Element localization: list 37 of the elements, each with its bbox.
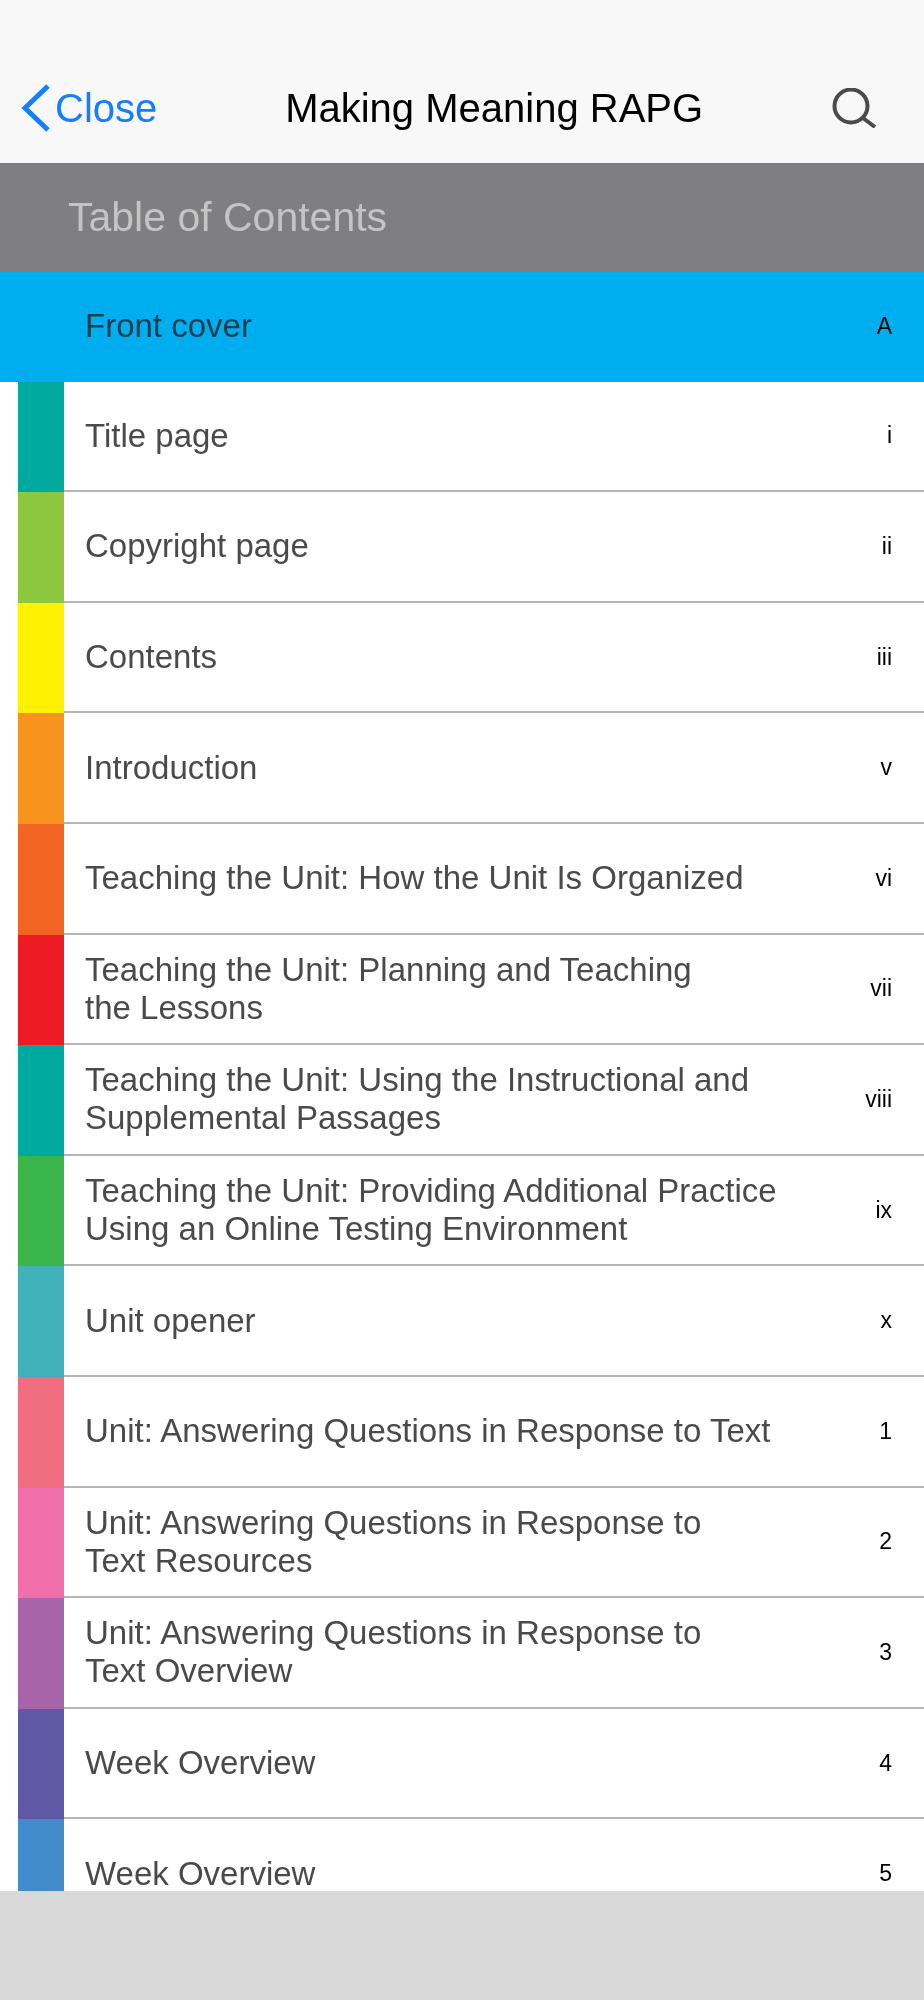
page-number: viii <box>865 1087 892 1111</box>
page-number: iii <box>876 645 892 669</box>
page-number: i <box>886 424 892 448</box>
entry-title: Teaching the Unit: Planning and Teaching the Lessons <box>85 950 692 1027</box>
page-number: x <box>880 1309 892 1333</box>
page-number: ix <box>875 1198 892 1222</box>
entry-title: Contents <box>85 638 218 677</box>
page-number: A <box>876 314 892 338</box>
chevron-left-icon <box>20 83 52 133</box>
page-number: 3 <box>879 1640 892 1664</box>
entry-title: Week Overview <box>85 1744 316 1782</box>
entry-title: Introduction <box>85 748 258 787</box>
page-number: 5 <box>879 1862 892 1886</box>
page-number: v <box>880 756 892 780</box>
entry-title: Teaching the Unit: Using the Instructional and Supplemental Passages <box>85 1061 750 1138</box>
search-icon <box>831 88 877 128</box>
entry-title: Unit opener <box>85 1301 256 1340</box>
page-number: vii <box>870 977 892 1001</box>
page-number: 1 <box>879 1419 892 1443</box>
search-button[interactable] <box>831 88 877 128</box>
entry-title: Teaching the Unit: Providing Additional Practice Using an Online Testing Environment <box>85 1172 777 1249</box>
entry-title: Teaching the Unit: How the Unit Is Organized <box>85 859 744 898</box>
entry-title: Week Overview <box>85 1854 316 1891</box>
entry-title: Unit: Answering Questions in Response to Text Resources <box>85 1503 702 1580</box>
entry-title: Title page <box>85 416 229 455</box>
entry-title: Front cover <box>85 307 252 346</box>
screen-title: Making Meaning RAPG <box>285 88 704 128</box>
page-number: 4 <box>879 1751 892 1775</box>
section-title: Table of Contents <box>68 196 388 238</box>
close-button[interactable]: Close <box>20 83 158 133</box>
page-number: ii <box>881 535 892 558</box>
page-number: 2 <box>879 1530 892 1554</box>
entry-title: Unit: Answering Questions in Response to Text Overview <box>85 1614 702 1691</box>
entry-title: Unit: Answering Questions in Response to Text <box>85 1412 771 1451</box>
contents-row[interactable]: Front cover A <box>0 271 924 382</box>
page-number: vi <box>875 866 892 890</box>
entry-title: Copyright page <box>85 527 309 566</box>
